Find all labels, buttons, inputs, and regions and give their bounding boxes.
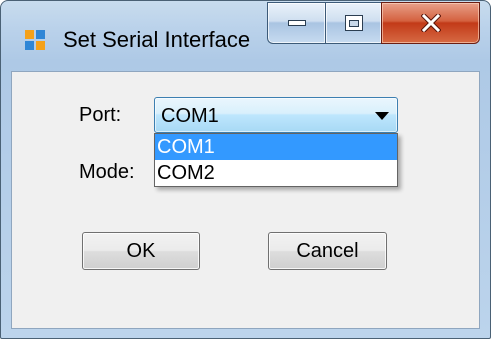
close-icon (420, 14, 441, 32)
dialog-window: Set Serial Interface Port: Mode: COM1 CO… (0, 0, 491, 339)
cancel-button[interactable]: Cancel (268, 232, 387, 270)
caption-buttons (267, 2, 480, 46)
port-option-com1[interactable]: COM1 (155, 134, 397, 160)
mode-label: Mode: (79, 161, 135, 183)
application-icon (25, 30, 45, 50)
port-option-com2[interactable]: COM2 (155, 160, 397, 186)
port-combobox[interactable]: COM1 (154, 97, 398, 133)
port-dropdown-list: COM1 COM2 (154, 133, 398, 187)
minimize-icon (287, 20, 306, 26)
ok-button[interactable]: OK (82, 232, 200, 270)
window-title: Set Serial Interface (63, 27, 251, 52)
chevron-down-icon[interactable] (375, 112, 389, 120)
maximize-icon (344, 15, 363, 31)
close-button[interactable] (381, 2, 480, 44)
minimize-button[interactable] (267, 2, 325, 44)
port-label: Port: (79, 104, 122, 126)
port-combobox-value: COM1 (161, 105, 219, 127)
maximize-button[interactable] (325, 2, 381, 44)
dialog-body: Port: Mode: COM1 COM1 COM2 OK Cancel (11, 71, 480, 329)
title-bar[interactable]: Set Serial Interface (1, 1, 490, 71)
